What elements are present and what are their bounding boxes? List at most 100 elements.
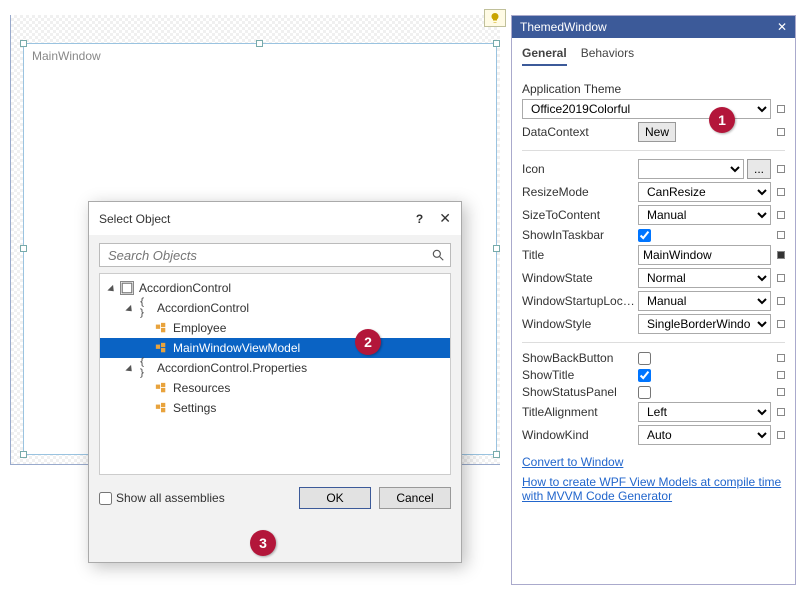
- show-all-assemblies-label: Show all assemblies: [116, 491, 225, 505]
- tree-item-accordioncontrol-properties[interactable]: { }AccordionControl.Properties: [100, 358, 450, 378]
- tree-item-accordioncontrol[interactable]: AccordionControl: [100, 278, 450, 298]
- help-icon[interactable]: ?: [416, 212, 423, 226]
- property-marker[interactable]: [777, 231, 785, 239]
- class-icon: [154, 321, 168, 335]
- prop-select-resizemode[interactable]: CanResize: [638, 182, 771, 202]
- prop-checkbox-showtitle[interactable]: [638, 369, 651, 382]
- tree-item-settings[interactable]: Settings: [100, 398, 450, 418]
- tree-item-accordioncontrol[interactable]: { } AccordionControl: [100, 298, 450, 318]
- property-marker[interactable]: [777, 297, 785, 305]
- datacontext-new-button[interactable]: New: [638, 122, 676, 142]
- resize-handle[interactable]: [20, 245, 27, 252]
- close-icon[interactable]: ✕: [777, 20, 787, 34]
- prop-label: SizeToContent: [522, 208, 638, 222]
- prop-row-titlealignment: TitleAlignmentLeft: [522, 402, 785, 422]
- prop-select-windowstate[interactable]: Normal: [638, 268, 771, 288]
- resize-handle[interactable]: [493, 245, 500, 252]
- property-marker[interactable]: [777, 408, 785, 416]
- tree-item-label: Settings: [173, 401, 216, 415]
- property-marker[interactable]: [777, 188, 785, 196]
- dialog-footer: Show all assemblies OK Cancel: [99, 487, 451, 509]
- tree-item-label: Resources: [173, 381, 230, 395]
- datacontext-label: DataContext: [522, 125, 638, 139]
- property-marker[interactable]: [777, 165, 785, 173]
- prop-select-titlealignment[interactable]: Left: [638, 402, 771, 422]
- prop-control: [638, 245, 771, 265]
- object-tree[interactable]: AccordionControl { } AccordionControl Emplo…: [99, 273, 451, 475]
- search-icon: [431, 248, 445, 262]
- expand-arrow-icon[interactable]: [125, 364, 134, 373]
- properties-panel: ThemedWindow ✕ General Behaviors Applica…: [511, 15, 796, 585]
- tree-item-label: Employee: [173, 321, 226, 335]
- property-marker[interactable]: [777, 431, 785, 439]
- property-marker[interactable]: [777, 128, 785, 136]
- tree-item-resources[interactable]: Resources: [100, 378, 450, 398]
- property-marker[interactable]: [777, 354, 785, 362]
- prop-label: ShowBackButton: [522, 351, 638, 365]
- tree-item-label: AccordionControl: [157, 301, 249, 315]
- prop-control: [638, 229, 771, 242]
- ok-button[interactable]: OK: [299, 487, 371, 509]
- dialog-title: Select Object: [99, 212, 416, 226]
- howto-viewmodels-link[interactable]: How to create WPF View Models at compile…: [522, 475, 785, 503]
- expand-arrow-icon[interactable]: [125, 304, 134, 313]
- tab-general[interactable]: General: [522, 46, 567, 66]
- tree-item-label: AccordionControl: [139, 281, 231, 295]
- prop-row-showbackbutton: ShowBackButton: [522, 351, 785, 365]
- assembly-icon: [120, 281, 134, 295]
- prop-checkbox-showbackbutton[interactable]: [638, 352, 651, 365]
- prop-row-showtitle: ShowTitle: [522, 368, 785, 382]
- prop-select-icon[interactable]: [638, 159, 744, 179]
- properties-tabs: General Behaviors: [512, 38, 795, 72]
- prop-row-windowstartuplocation: WindowStartupLocat...Manual: [522, 291, 785, 311]
- prop-select-sizetocontent[interactable]: Manual: [638, 205, 771, 225]
- property-marker[interactable]: [777, 274, 785, 282]
- prop-checkbox-showstatuspanel[interactable]: [638, 386, 651, 399]
- browse-button[interactable]: ...: [747, 159, 771, 179]
- prop-select-windowstyle[interactable]: SingleBorderWindow: [638, 314, 771, 334]
- class-icon: [154, 381, 168, 395]
- prop-select-windowkind[interactable]: Auto: [638, 425, 771, 445]
- properties-header: ThemedWindow ✕: [512, 16, 795, 38]
- resize-handle[interactable]: [20, 40, 27, 47]
- prop-label: ShowTitle: [522, 368, 638, 382]
- convert-to-window-link[interactable]: Convert to Window: [522, 455, 785, 469]
- properties-header-title: ThemedWindow: [520, 20, 777, 34]
- resize-handle[interactable]: [20, 451, 27, 458]
- cancel-button[interactable]: Cancel: [379, 487, 451, 509]
- prop-row-title: Title: [522, 245, 785, 265]
- expand-arrow-icon[interactable]: [107, 284, 116, 293]
- resize-handle[interactable]: [256, 40, 263, 47]
- namespace-icon: { }: [138, 361, 152, 375]
- namespace-icon: { }: [138, 301, 152, 315]
- dialog-titlebar: Select Object ? ✕: [89, 202, 461, 235]
- property-marker[interactable]: [777, 211, 785, 219]
- show-all-assemblies-input[interactable]: [99, 492, 112, 505]
- divider: [522, 342, 785, 343]
- prop-control: CanResize: [638, 182, 771, 202]
- tab-behaviors[interactable]: Behaviors: [581, 46, 634, 66]
- tree-item-mainwindowviewmodel[interactable]: MainWindowViewModel: [100, 338, 450, 358]
- property-marker[interactable]: [777, 105, 785, 113]
- prop-checkbox-showintaskbar[interactable]: [638, 229, 651, 242]
- prop-text-title[interactable]: [638, 245, 771, 265]
- resize-handle[interactable]: [493, 451, 500, 458]
- callout-1: 1: [709, 107, 735, 133]
- property-marker[interactable]: [777, 251, 785, 259]
- resize-handle[interactable]: [493, 40, 500, 47]
- search-input[interactable]: [99, 243, 451, 267]
- property-marker[interactable]: [777, 371, 785, 379]
- prop-select-windowstartuplocation[interactable]: Manual: [638, 291, 771, 311]
- show-all-assemblies-checkbox[interactable]: Show all assemblies: [99, 491, 291, 505]
- prop-row-windowstate: WindowStateNormal: [522, 268, 785, 288]
- close-icon[interactable]: ✕: [439, 210, 451, 227]
- property-marker[interactable]: [777, 388, 785, 396]
- property-marker[interactable]: [777, 320, 785, 328]
- properties-body: Application Theme Office2019Colorful Dat…: [512, 72, 795, 584]
- prop-control: Manual: [638, 291, 771, 311]
- prop-label: Icon: [522, 162, 638, 176]
- tree-item-employee[interactable]: Employee: [100, 318, 450, 338]
- prop-control: [638, 386, 771, 399]
- prop-control: Left: [638, 402, 771, 422]
- lightbulb-hint[interactable]: [484, 9, 506, 27]
